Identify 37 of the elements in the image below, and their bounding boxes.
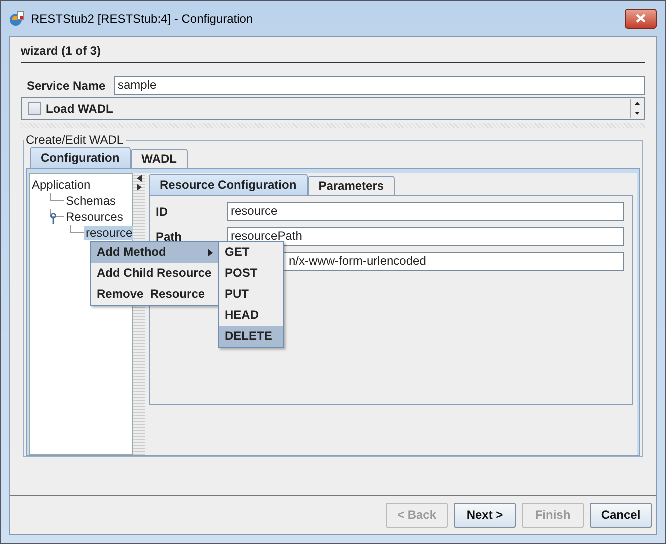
tree-item[interactable]: resource: [84, 226, 135, 240]
tree-handle-icon[interactable]: [50, 212, 57, 224]
checkbox[interactable]: [28, 102, 41, 115]
tab[interactable]: Resource Configuration: [149, 174, 308, 195]
tree-line: [50, 193, 64, 201]
app-icon: [9, 10, 25, 26]
group-title: Create/Edit WADL: [25, 133, 125, 147]
menu-item[interactable]: DELETE: [219, 326, 283, 347]
close-icon: [636, 14, 646, 23]
wizard-button[interactable]: Cancel: [590, 502, 652, 528]
collapse-left-icon[interactable]: [136, 175, 142, 182]
input-field[interactable]: sample: [114, 76, 645, 95]
tree-item[interactable]: Application: [30, 178, 93, 192]
wizard-step-heading: wizard (1 of 3): [21, 44, 645, 63]
menu-item[interactable]: Remove Resource: [91, 284, 219, 305]
tab[interactable]: WADL: [130, 149, 188, 168]
tab[interactable]: Configuration: [30, 147, 131, 168]
tab[interactable]: Parameters: [308, 176, 396, 195]
down-arrow-icon: [635, 112, 640, 115]
input-field[interactable]: resourcePath: [227, 227, 624, 246]
tree-line: [50, 209, 64, 217]
tree-item[interactable]: Resources: [64, 210, 126, 224]
menu-item[interactable]: Add Method: [91, 242, 219, 263]
checkbox-label: Load WADL: [46, 102, 114, 116]
field-label: Service Name: [27, 78, 107, 92]
expand-right-icon[interactable]: [136, 184, 142, 191]
menu-item[interactable]: HEAD: [219, 305, 283, 326]
wizard-button[interactable]: Next >: [454, 502, 516, 528]
window-title: RESTStub2 [RESTStub:4] - Configuration: [31, 12, 254, 26]
input-field[interactable]: resource: [227, 202, 624, 221]
close-button[interactable]: [625, 8, 657, 28]
tree-item[interactable]: Schemas: [64, 194, 118, 208]
menu-item[interactable]: Add Child Resource: [91, 263, 219, 284]
menu-item[interactable]: PUT: [219, 284, 283, 305]
up-arrow-icon: [635, 102, 640, 106]
field-label: ID: [156, 204, 169, 218]
field-label: Path: [156, 230, 184, 244]
